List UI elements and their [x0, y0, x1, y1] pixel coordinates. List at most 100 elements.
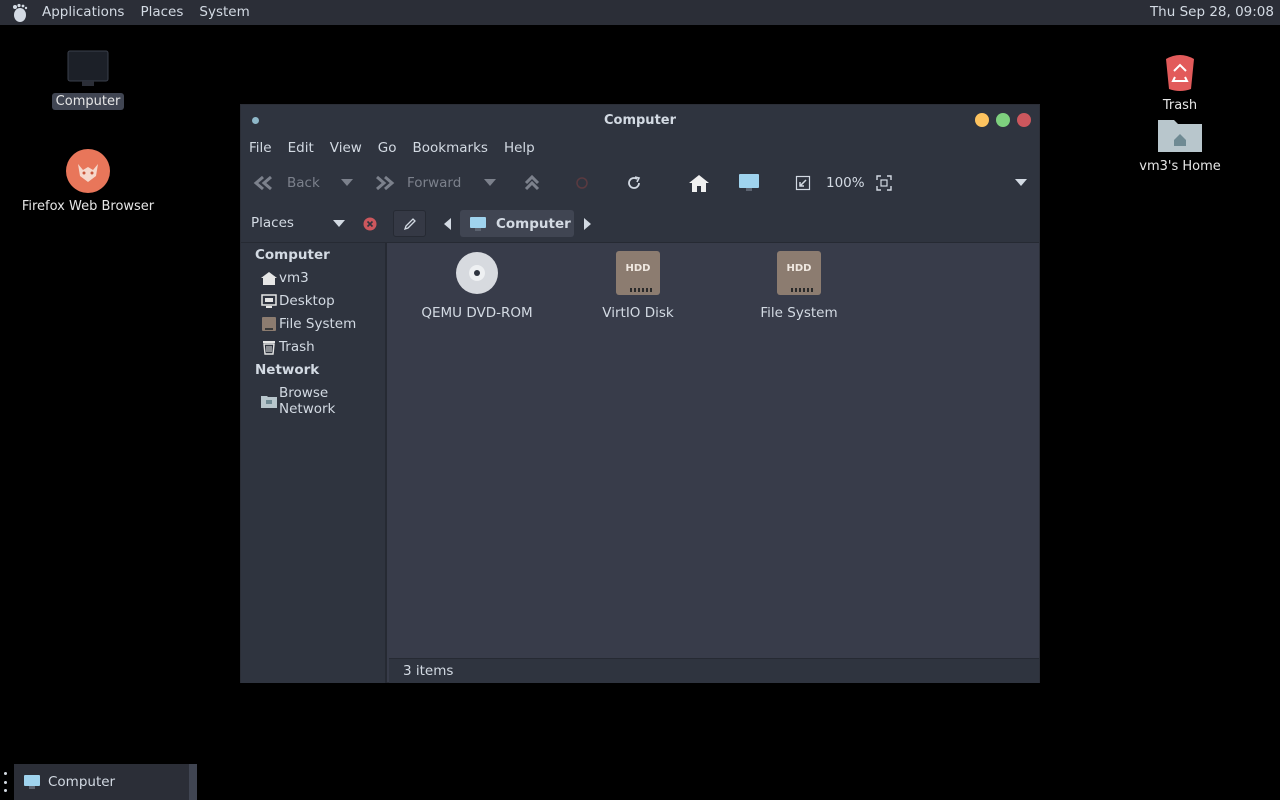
desktop-icon-firefox[interactable]: Firefox Web Browser — [18, 148, 158, 215]
toolbar: Back Forward 100% — [241, 160, 1039, 205]
stop-button[interactable] — [576, 160, 588, 205]
hdd-icon: HDD — [616, 251, 660, 295]
close-icon — [363, 217, 377, 231]
firefox-icon — [66, 149, 110, 193]
clock[interactable]: Thu Sep 28, 09:08 — [1150, 0, 1274, 25]
toolbar-overflow-button[interactable] — [1015, 160, 1027, 205]
optical-disc-icon — [456, 252, 498, 294]
status-text: 3 items — [403, 663, 454, 679]
file-item-file-system[interactable]: HDD File System — [729, 251, 869, 321]
file-item-label: File System — [760, 305, 838, 321]
hdd-badge: HDD — [625, 263, 651, 274]
desktop-icon-label: vm3's Home — [1139, 159, 1221, 174]
hdd-icon: HDD — [777, 251, 821, 295]
sidebar-item-label: Trash — [279, 339, 315, 355]
gnome-foot-icon[interactable] — [8, 2, 30, 24]
window-titlebar[interactable]: Computer — [241, 105, 1039, 135]
file-item-qemu-dvd-rom[interactable]: QEMU DVD-ROM — [407, 251, 547, 321]
network-folder-icon — [261, 393, 277, 409]
menu-view[interactable]: View — [322, 140, 370, 156]
breadcrumb-computer[interactable]: Computer — [460, 210, 574, 237]
zoom-out-icon — [795, 175, 811, 190]
zoom-out-button[interactable] — [795, 160, 811, 205]
icon-view: QEMU DVD-ROM HDD VirtIO Disk HDD File Sy… — [389, 243, 1039, 662]
zoom-in-button[interactable] — [876, 160, 892, 205]
maximize-button[interactable] — [996, 113, 1010, 127]
menu-file[interactable]: File — [241, 140, 280, 156]
stop-icon — [576, 176, 588, 189]
window-menu-icon[interactable] — [252, 117, 259, 124]
desktop-icon-home[interactable]: vm3's Home — [1110, 116, 1250, 175]
hdd-icon — [261, 316, 277, 332]
places-sidebar: Computer vm3 Desktop File System Trash N… — [241, 243, 387, 683]
breadcrumb-left-button[interactable] — [444, 218, 452, 230]
back-arrow-icon — [253, 175, 272, 190]
places-menu[interactable]: Places — [132, 0, 191, 25]
breadcrumb-right-button[interactable] — [583, 218, 591, 230]
chevron-down-icon — [1015, 178, 1027, 186]
sidebar-item-vm3[interactable]: vm3 — [261, 270, 309, 286]
computer-button[interactable] — [738, 160, 760, 205]
file-item-label: QEMU DVD-ROM — [421, 305, 533, 321]
file-item-virtio-disk[interactable]: HDD VirtIO Disk — [568, 251, 708, 321]
menu-help[interactable]: Help — [496, 140, 543, 156]
sidebar-heading-network: Network — [255, 362, 320, 378]
places-dropdown[interactable] — [333, 220, 345, 228]
forward-label: Forward — [407, 174, 462, 191]
close-button[interactable] — [1017, 113, 1031, 127]
sidebar-item-browse-network[interactable]: Browse Network — [261, 385, 385, 417]
taskbar-item-computer[interactable]: Computer — [14, 764, 197, 800]
zoom-level[interactable]: 100% — [826, 160, 865, 205]
location-bar: Places Computer — [241, 205, 1039, 243]
sidebar-item-label: Desktop — [279, 293, 335, 309]
back-history-dropdown[interactable] — [341, 160, 353, 205]
monitor-icon — [739, 173, 759, 191]
back-button[interactable]: Back — [253, 160, 320, 205]
desktop-icon-label: Trash — [1162, 98, 1198, 113]
sidebar-item-trash[interactable]: Trash — [261, 339, 315, 355]
menu-edit[interactable]: Edit — [280, 140, 322, 156]
edit-location-button[interactable] — [393, 210, 426, 237]
sidebar-item-file-system[interactable]: File System — [261, 316, 356, 332]
forward-arrow-icon — [376, 175, 395, 190]
desktop-icon — [261, 293, 277, 309]
home-button[interactable] — [688, 160, 710, 205]
up-arrow-icon — [524, 174, 540, 190]
menubar: File Edit View Go Bookmarks Help — [241, 135, 1039, 160]
home-icon — [261, 270, 277, 286]
close-sidebar-button[interactable] — [363, 217, 377, 231]
forward-history-dropdown[interactable] — [484, 160, 496, 205]
monitor-icon — [67, 50, 109, 86]
menu-go[interactable]: Go — [370, 140, 405, 156]
sidebar-item-label: File System — [279, 316, 357, 332]
places-label: Places — [251, 215, 294, 231]
menu-bookmarks[interactable]: Bookmarks — [405, 140, 496, 156]
forward-button[interactable]: Forward — [373, 160, 461, 205]
trash-icon — [261, 339, 277, 355]
system-menu[interactable]: System — [191, 0, 257, 25]
desktop-icon-trash[interactable]: Trash — [1110, 49, 1250, 114]
applications-menu[interactable]: Applications — [34, 0, 132, 25]
status-bar: 3 items — [389, 658, 1039, 683]
chevron-right-icon — [584, 218, 591, 230]
back-label: Back — [287, 174, 320, 191]
home-icon — [689, 174, 709, 192]
sidebar-item-label: Browse Network — [279, 385, 336, 417]
reload-button[interactable] — [626, 160, 642, 205]
up-button[interactable] — [524, 160, 540, 205]
file-item-label: VirtIO Disk — [602, 305, 674, 321]
chevron-down-icon — [333, 220, 345, 227]
window-title: Computer — [603, 112, 677, 128]
desktop-icon-computer[interactable]: Computer — [18, 49, 158, 110]
minimize-button[interactable] — [975, 113, 989, 127]
home-folder-icon — [1158, 120, 1202, 152]
sidebar-item-label: vm3 — [279, 270, 309, 286]
panel-handle[interactable] — [2, 772, 8, 792]
reload-icon — [628, 175, 641, 189]
places-selector[interactable]: Places — [251, 215, 294, 231]
sidebar-item-desktop[interactable]: Desktop — [261, 293, 335, 309]
desktop-icon-label: Computer — [51, 93, 125, 110]
pencil-icon — [403, 217, 416, 230]
zoom-label: 100% — [826, 174, 865, 191]
bottom-panel: Computer — [0, 762, 1280, 800]
